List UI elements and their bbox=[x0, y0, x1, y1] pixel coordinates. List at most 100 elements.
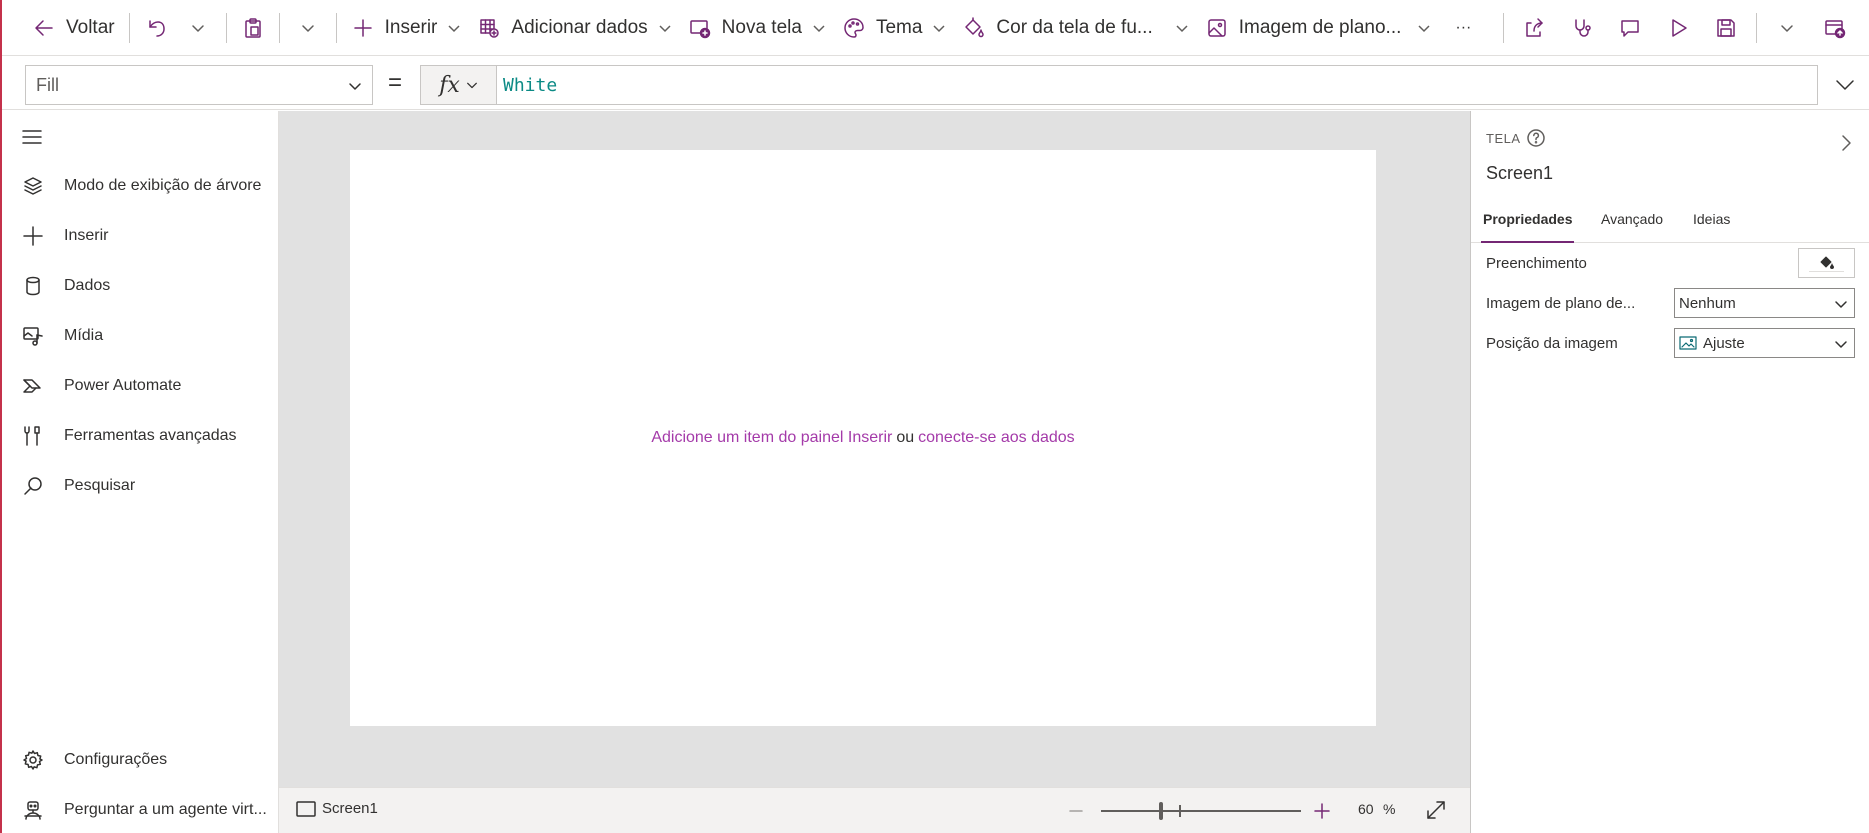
separator bbox=[225, 12, 227, 43]
expand-formula-button[interactable] bbox=[1830, 70, 1860, 100]
add-data-button[interactable]: Adicionar dados bbox=[469, 8, 679, 48]
tab-advanced[interactable]: Avançado bbox=[1601, 211, 1663, 243]
table-add-icon bbox=[477, 16, 501, 40]
nav-item-label: Perguntar a um agente virt... bbox=[64, 801, 267, 818]
database-icon bbox=[21, 274, 45, 298]
nav-item-label: Mídia bbox=[64, 327, 104, 344]
help-icon[interactable] bbox=[1526, 128, 1546, 148]
zoom-slider-thumb[interactable] bbox=[1159, 802, 1163, 820]
zoom-in-button[interactable] bbox=[1311, 800, 1333, 822]
preview-button[interactable] bbox=[1654, 8, 1702, 48]
paste-dropdown[interactable] bbox=[286, 8, 330, 48]
comment-icon bbox=[1618, 16, 1642, 40]
nav-item-power-automate[interactable]: Power Automate bbox=[21, 371, 181, 401]
nav-item-virtual-agent[interactable]: Perguntar a um agente virt... bbox=[21, 795, 267, 825]
collapse-pane-button[interactable] bbox=[1836, 133, 1856, 153]
chevron-down-icon bbox=[447, 21, 461, 35]
paint-bucket-icon bbox=[962, 16, 986, 40]
properties-tabs: Propriedades Avançado Ideias bbox=[1471, 201, 1869, 243]
plus-icon bbox=[351, 16, 375, 40]
chevron-down-icon bbox=[348, 79, 362, 93]
image-fit-icon bbox=[1679, 335, 1697, 351]
nav-item-label: Configurações bbox=[64, 751, 168, 768]
tab-ideas[interactable]: Ideias bbox=[1693, 211, 1730, 243]
tools-icon bbox=[21, 424, 45, 448]
save-button[interactable] bbox=[1702, 8, 1750, 48]
tab-properties[interactable]: Propriedades bbox=[1480, 211, 1575, 243]
undo-dropdown[interactable] bbox=[176, 8, 220, 48]
formula-bar: Fill = fx White bbox=[2, 56, 1869, 110]
chevron-down-icon bbox=[1175, 21, 1189, 35]
hamburger-menu-button[interactable] bbox=[21, 126, 43, 148]
left-nav-rail: Modo de exibição de árvore Inserir Dados… bbox=[2, 111, 279, 833]
share-button[interactable] bbox=[1510, 8, 1558, 48]
chevron-down-icon bbox=[1834, 74, 1856, 96]
separator bbox=[335, 12, 337, 43]
chevron-down-icon bbox=[186, 16, 210, 40]
screen-selector[interactable]: Screen1 bbox=[296, 800, 378, 817]
nav-item-settings[interactable]: Configurações bbox=[21, 745, 167, 775]
undo-button[interactable] bbox=[136, 8, 176, 48]
add-data-label: Adicionar dados bbox=[511, 16, 648, 38]
more-button[interactable]: ··· bbox=[1439, 8, 1479, 48]
property-value: Fill bbox=[36, 74, 59, 95]
nav-item-label: Modo de exibição de árvore bbox=[64, 177, 262, 194]
insert-pane-link[interactable]: Adicione um item do painel Inserir bbox=[651, 429, 892, 447]
nav-item-insert[interactable]: Inserir bbox=[21, 221, 108, 251]
formula-input[interactable]: White bbox=[496, 65, 1818, 105]
nav-item-label: Power Automate bbox=[64, 377, 182, 394]
pane-type-label: TELA bbox=[1486, 131, 1521, 146]
connect-data-link[interactable]: conecte-se aos dados bbox=[918, 429, 1075, 447]
fx-icon: fx bbox=[439, 72, 460, 98]
background-color-button[interactable]: Cor da tela de fu... bbox=[954, 8, 1196, 48]
publish-button[interactable] bbox=[1811, 8, 1859, 48]
stethoscope-icon bbox=[1570, 16, 1594, 40]
nav-item-advanced-tools[interactable]: Ferramentas avançadas bbox=[21, 421, 237, 451]
media-icon bbox=[21, 324, 45, 348]
background-color-label: Cor da tela de fu... bbox=[996, 16, 1153, 38]
more-label: ··· bbox=[1455, 18, 1472, 36]
image-position-dropdown[interactable]: Ajuste bbox=[1674, 328, 1855, 358]
property-dropdown[interactable]: Fill bbox=[25, 65, 373, 105]
new-screen-button[interactable]: Nova tela bbox=[680, 8, 834, 48]
theme-button[interactable]: Tema bbox=[834, 8, 954, 48]
nav-item-label: Ferramentas avançadas bbox=[64, 427, 237, 444]
nav-item-search[interactable]: Pesquisar bbox=[21, 471, 135, 501]
nav-item-data[interactable]: Dados bbox=[21, 271, 110, 301]
back-label: Voltar bbox=[66, 16, 115, 38]
pane-title: Screen1 bbox=[1486, 163, 1554, 183]
gear-icon bbox=[21, 748, 45, 772]
fill-color-swatch bbox=[1809, 271, 1844, 274]
zoom-out-button[interactable] bbox=[1065, 800, 1087, 822]
chevron-down-icon bbox=[1775, 16, 1799, 40]
separator bbox=[278, 12, 280, 43]
save-dropdown[interactable] bbox=[1763, 8, 1811, 48]
insert-button[interactable]: Inserir bbox=[343, 8, 470, 48]
background-image-label: Imagem de plano de... bbox=[1486, 295, 1636, 312]
share-icon bbox=[1522, 16, 1546, 40]
fit-to-window-button[interactable] bbox=[1424, 798, 1450, 824]
theme-label: Tema bbox=[875, 16, 923, 38]
screen-icon bbox=[296, 800, 316, 817]
screen-canvas[interactable]: Adicione um item do painel Inserir ou co… bbox=[350, 150, 1376, 726]
background-image-button[interactable]: Imagem de plano... bbox=[1197, 8, 1440, 48]
zoom-slider-track[interactable] bbox=[1101, 810, 1301, 812]
paint-bucket-icon bbox=[1819, 255, 1835, 271]
nav-item-tree-view[interactable]: Modo de exibição de árvore bbox=[21, 171, 261, 201]
zoom-value[interactable]: 60 bbox=[1358, 801, 1374, 817]
canvas-area: Adicione um item do painel Inserir ou co… bbox=[279, 111, 1470, 787]
properties-pane: TELA Screen1 Propriedades Avançado Ideia… bbox=[1470, 111, 1869, 833]
fill-color-picker[interactable] bbox=[1798, 248, 1855, 278]
comments-button[interactable] bbox=[1606, 8, 1654, 48]
nav-item-media[interactable]: Mídia bbox=[21, 321, 103, 351]
nav-item-label: Inserir bbox=[64, 227, 109, 244]
background-image-dropdown[interactable]: Nenhum bbox=[1674, 288, 1855, 318]
fill-label: Preenchimento bbox=[1486, 255, 1587, 272]
app-checker-button[interactable] bbox=[1558, 8, 1606, 48]
function-button[interactable]: fx bbox=[420, 65, 496, 105]
command-bar-right bbox=[1497, 0, 1869, 56]
chevron-down-icon bbox=[1834, 297, 1848, 311]
back-button[interactable]: Voltar bbox=[24, 8, 123, 48]
empty-canvas-message: Adicione um item do painel Inserir ou co… bbox=[350, 150, 1376, 726]
paste-button[interactable] bbox=[233, 8, 273, 48]
